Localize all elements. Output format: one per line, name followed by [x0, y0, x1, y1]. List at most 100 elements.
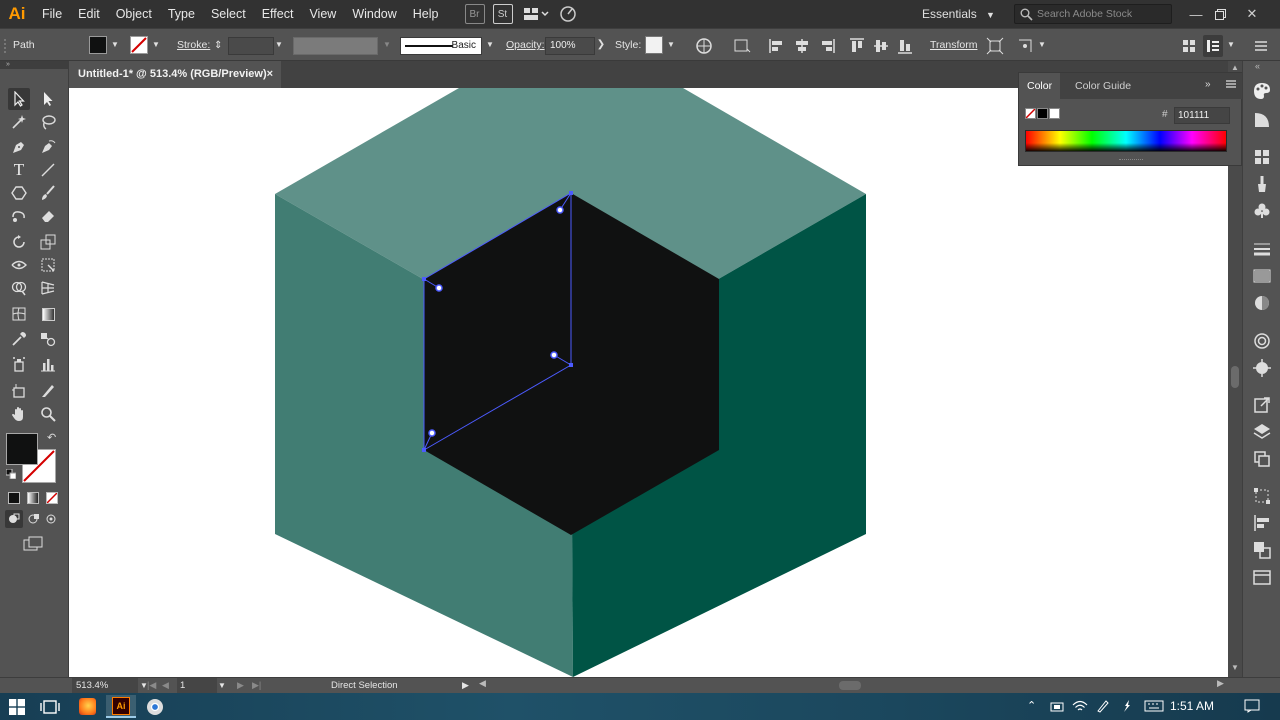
magic-wand-tool-icon[interactable]: [8, 111, 30, 133]
collapse-panel-icon[interactable]: »: [1205, 79, 1211, 90]
panel-resize-grip[interactable]: [1119, 159, 1143, 163]
swatches-icon[interactable]: [1252, 147, 1272, 167]
scale-tool-icon[interactable]: [37, 231, 59, 253]
align-panel-icon[interactable]: [1252, 513, 1272, 533]
tab-color-guide[interactable]: Color Guide: [1067, 73, 1139, 99]
stock-icon[interactable]: St: [492, 4, 513, 24]
last-artboard-icon[interactable]: ▶|: [252, 678, 261, 693]
asset-export-icon[interactable]: [1252, 395, 1272, 415]
direction-handle[interactable]: [556, 206, 564, 214]
transparency-icon[interactable]: [1252, 293, 1272, 313]
direct-selection-tool-icon[interactable]: [37, 88, 59, 110]
align-top-icon[interactable]: [848, 37, 866, 55]
line-segment-tool-icon[interactable]: [37, 159, 59, 181]
start-icon[interactable]: [2, 695, 32, 718]
rotate-tool-icon[interactable]: [8, 231, 30, 253]
toolbar-grip[interactable]: »: [0, 61, 69, 69]
stroke-swatch[interactable]: [130, 36, 148, 54]
symbols-icon[interactable]: [1252, 201, 1272, 221]
graphic-styles-icon[interactable]: [1252, 358, 1272, 378]
next-artboard-icon[interactable]: ▶: [237, 678, 244, 693]
column-graph-tool-icon[interactable]: [37, 353, 59, 375]
align-right-icon[interactable]: [818, 37, 836, 55]
workspace-switcher[interactable]: Essentials ▼: [922, 0, 995, 28]
tab-color[interactable]: Color: [1019, 73, 1061, 99]
illustrator-icon[interactable]: Ai: [106, 695, 136, 718]
anchor-point[interactable]: [569, 363, 573, 367]
align-left-icon[interactable]: [768, 37, 786, 55]
free-transform-tool-icon[interactable]: [37, 254, 59, 276]
transform-panel-icon[interactable]: [1252, 486, 1272, 506]
minimize-icon[interactable]: —: [1184, 0, 1208, 28]
anchor-point[interactable]: [569, 191, 573, 195]
menu-window[interactable]: Window: [344, 0, 404, 28]
hamburger-menu-icon[interactable]: [1252, 37, 1270, 55]
arrange-icon[interactable]: [1180, 37, 1198, 55]
white-swatch[interactable]: [1049, 108, 1060, 119]
layers-icon[interactable]: [1252, 422, 1272, 442]
arrange-documents-icon[interactable]: [523, 6, 549, 22]
usb-icon[interactable]: [1049, 700, 1065, 714]
artboards-icon[interactable]: [1252, 449, 1272, 469]
stroke-weight-dropdown[interactable]: ▼: [274, 39, 284, 51]
pen-tool-icon[interactable]: [8, 136, 30, 158]
search-input[interactable]: Search Adobe Stock: [1014, 4, 1172, 24]
clock[interactable]: 1:51 AM: [1170, 693, 1214, 720]
screen-mode-icon[interactable]: [22, 533, 44, 555]
draw-inside-icon[interactable]: [42, 510, 60, 528]
color-mode-button[interactable]: [8, 492, 20, 504]
brushes-icon[interactable]: [1252, 174, 1272, 194]
hex-input[interactable]: 101111: [1174, 107, 1230, 124]
stroke-label[interactable]: Stroke:: [177, 29, 210, 62]
align-vertical-center-icon[interactable]: [872, 37, 890, 55]
menu-view[interactable]: View: [301, 0, 344, 28]
blend-tool-icon[interactable]: [37, 328, 59, 350]
brush-definition[interactable]: Basic: [400, 37, 482, 55]
align-to-icon[interactable]: [733, 37, 751, 55]
lasso-tool-icon[interactable]: [37, 111, 59, 133]
style-dropdown-arrow[interactable]: ▼: [666, 39, 676, 51]
scroll-right-icon[interactable]: ▶: [1217, 678, 1224, 689]
color-guide-icon[interactable]: [1252, 110, 1272, 130]
perspective-grid-tool-icon[interactable]: [37, 277, 59, 299]
chrome-icon[interactable]: [140, 695, 170, 718]
anchor-point[interactable]: [422, 277, 426, 281]
panel-menu-icon[interactable]: [1225, 78, 1237, 90]
menu-help[interactable]: Help: [405, 0, 447, 28]
firefox-icon[interactable]: [72, 695, 102, 718]
artboard-canvas[interactable]: [69, 88, 1228, 677]
pathfinder-icon[interactable]: [1252, 540, 1272, 560]
opacity-label[interactable]: Opacity:: [506, 29, 545, 62]
fill-dropdown-arrow[interactable]: ▼: [110, 39, 120, 51]
bridge-icon[interactable]: Br: [464, 4, 485, 24]
default-colors-icon[interactable]: [6, 469, 16, 479]
fill-color-swatch[interactable]: [6, 433, 38, 465]
keyboard-icon[interactable]: [1144, 700, 1164, 712]
horizontal-scrollbar[interactable]: ◀ ▶: [477, 678, 1228, 691]
gradient-mode-button[interactable]: [27, 492, 39, 504]
draw-behind-icon[interactable]: [25, 510, 43, 528]
document-tab[interactable]: Untitled-1* @ 513.4% (RGB/Preview) ×: [69, 61, 281, 88]
puppet-warp-icon[interactable]: [1016, 37, 1034, 55]
variable-width-profile[interactable]: [293, 37, 378, 55]
grip-handle[interactable]: [4, 39, 7, 53]
brush-dropdown-arrow[interactable]: ▼: [485, 39, 495, 51]
slice-tool-icon[interactable]: [37, 380, 59, 402]
stroke-panel-icon[interactable]: [1252, 239, 1272, 259]
task-view-icon[interactable]: [35, 695, 65, 718]
panel-options-dropdown[interactable]: ▼: [1226, 39, 1236, 51]
curvature-tool-icon[interactable]: [37, 136, 59, 158]
appearance-icon[interactable]: [1252, 331, 1272, 351]
graphic-style-swatch[interactable]: [645, 36, 663, 54]
width-tool-icon[interactable]: [8, 254, 30, 276]
shaper-tool-icon[interactable]: [8, 205, 30, 227]
scroll-down-icon[interactable]: ▼: [1231, 663, 1239, 672]
none-swatch[interactable]: [1025, 108, 1036, 119]
scroll-up-icon[interactable]: ▲: [1231, 63, 1239, 72]
artboard-number-field[interactable]: 1: [177, 678, 217, 693]
selection-tool-icon[interactable]: [8, 88, 30, 110]
chevron-right-icon[interactable]: ❯: [596, 39, 606, 51]
polygon-tool-icon[interactable]: [8, 182, 30, 204]
menu-object[interactable]: Object: [108, 0, 160, 28]
artboard-dropdown-arrow[interactable]: ▼: [218, 678, 226, 693]
